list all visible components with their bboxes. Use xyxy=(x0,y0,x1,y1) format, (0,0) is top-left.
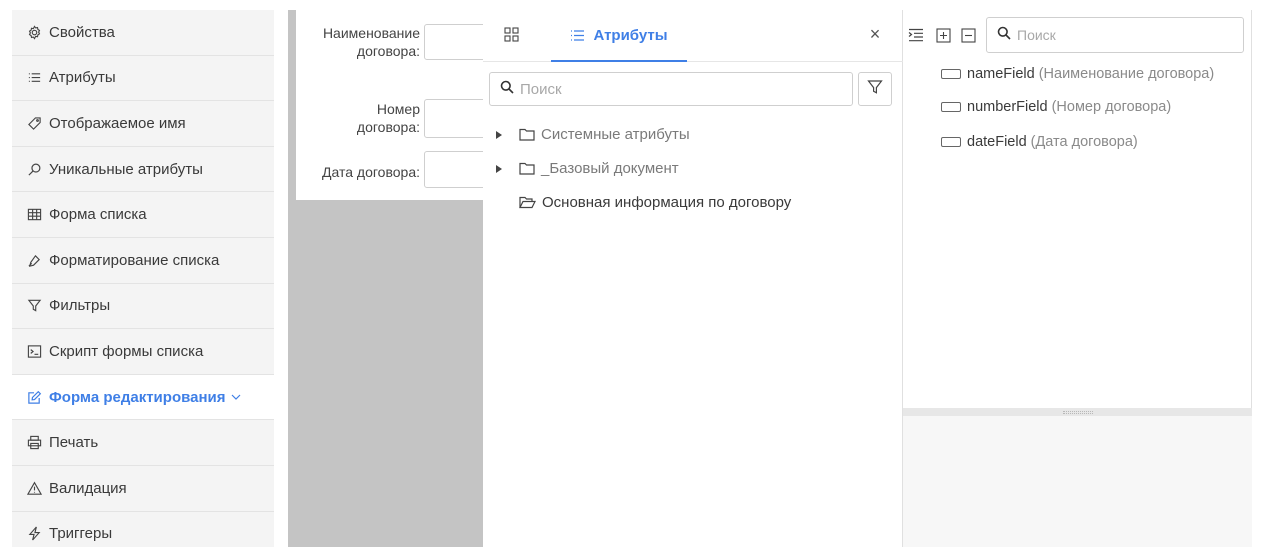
folder-icon xyxy=(519,162,535,175)
attributes-search xyxy=(489,72,853,106)
search-icon xyxy=(500,80,514,98)
gear-icon xyxy=(26,24,42,40)
lightning-icon xyxy=(26,526,42,542)
attributes-search-input[interactable] xyxy=(520,80,820,98)
tab-attributes-label: Атрибуты xyxy=(593,26,668,44)
terminal-icon xyxy=(26,343,42,359)
sidebar-item-list-form[interactable]: Форма списка xyxy=(12,192,274,238)
list-icon xyxy=(26,70,42,86)
sidebar: Свойства Атрибуты Отображаемое имя Уника… xyxy=(0,0,288,547)
sidebar-item-attributes[interactable]: Атрибуты xyxy=(12,55,274,102)
filter-icon xyxy=(26,298,42,314)
filter-button[interactable] xyxy=(858,72,892,106)
sidebar-item-list-script[interactable]: Скрипт формы списка xyxy=(12,329,274,375)
structure-search xyxy=(986,17,1244,53)
close-icon: × xyxy=(869,23,881,44)
tree-node-system-attributes[interactable]: Системные атрибуты xyxy=(493,126,690,143)
table-icon xyxy=(26,207,42,223)
plus-square-icon xyxy=(935,27,951,47)
tree-node-label: _Базовый документ xyxy=(541,160,679,177)
sidebar-item-display-name[interactable]: Отображаемое имя xyxy=(12,101,274,147)
structure-field-name[interactable]: nameField (Наименование договора) xyxy=(941,66,1214,82)
filter-icon xyxy=(867,79,883,99)
sidebar-item-unique-attributes[interactable]: Уникальные атрибуты xyxy=(12,146,274,193)
structure-field-number[interactable]: numberField (Номер договора) xyxy=(941,99,1171,115)
splitter-grip-icon xyxy=(1062,410,1093,414)
warning-icon xyxy=(26,480,42,496)
sidebar-item-label: Форма списка xyxy=(49,206,147,224)
text-field-icon xyxy=(941,69,961,79)
field-caption: (Наименование договора) xyxy=(1038,66,1215,82)
indent-icon xyxy=(908,28,924,46)
sidebar-item-label: Свойства xyxy=(49,23,115,41)
sidebar-item-label: Валидация xyxy=(49,479,127,497)
chevron-down-icon xyxy=(230,392,242,402)
brush-icon xyxy=(26,252,42,268)
sidebar-item-properties[interactable]: Свойства xyxy=(12,10,274,56)
sidebar-item-triggers[interactable]: Триггеры xyxy=(12,511,274,547)
tag-icon xyxy=(26,115,42,131)
sidebar-item-label: Атрибуты xyxy=(49,69,116,87)
attributes-panel: Атрибуты × Системные атрибуты _Базовы xyxy=(483,10,903,547)
folder-open-icon xyxy=(519,196,536,209)
sidebar-item-list-formatting[interactable]: Форматирование списка xyxy=(12,237,274,284)
tree-node-base-document[interactable]: _Базовый документ xyxy=(493,160,679,177)
tree-node-label: Основная информация по договору xyxy=(542,194,792,211)
sidebar-item-label: Фильтры xyxy=(49,297,111,315)
sidebar-item-edit-form[interactable]: Форма редактирования xyxy=(12,374,274,421)
minus-square-icon xyxy=(960,27,976,47)
text-field-icon xyxy=(941,102,961,112)
sidebar-list: Свойства Атрибуты Отображаемое имя Уника… xyxy=(12,10,274,547)
sidebar-item-label: Скрипт формы списка xyxy=(49,342,204,360)
sidebar-item-label: Триггеры xyxy=(49,525,113,543)
collapse-all-button[interactable] xyxy=(960,27,976,47)
list-icon xyxy=(571,29,585,41)
caret-right-icon[interactable] xyxy=(493,130,505,139)
search-icon xyxy=(26,161,42,177)
expand-all-button[interactable] xyxy=(935,27,951,47)
sidebar-item-label: Форматирование списка xyxy=(49,251,220,269)
sidebar-item-label: Отображаемое имя xyxy=(49,114,186,132)
properties-area xyxy=(903,416,1252,547)
structure-field-date[interactable]: dateField (Дата договора) xyxy=(941,134,1138,150)
sidebar-item-print[interactable]: Печать xyxy=(12,420,274,466)
structure-search-input[interactable] xyxy=(1017,27,1237,43)
structure-panel: nameField (Наименование договора) number… xyxy=(903,10,1252,547)
sidebar-item-label: Уникальные атрибуты xyxy=(49,160,203,178)
tree-node-label: Системные атрибуты xyxy=(541,126,690,143)
printer-icon xyxy=(26,435,42,451)
field-id: dateField xyxy=(967,134,1027,150)
form-preview: Наименование договора: Номер договора: Д… xyxy=(296,10,494,200)
tab-components[interactable] xyxy=(501,26,521,46)
tab-attributes[interactable]: Атрибуты xyxy=(551,10,687,62)
indent-button[interactable] xyxy=(908,28,924,46)
field-id: numberField xyxy=(967,99,1048,115)
edit-icon xyxy=(26,389,42,405)
grid-icon xyxy=(503,26,519,46)
sidebar-item-label: Печать xyxy=(49,434,99,452)
sidebar-item-validation[interactable]: Валидация xyxy=(12,465,274,512)
panel-splitter[interactable] xyxy=(903,408,1252,416)
folder-icon xyxy=(519,128,535,141)
panel-tabs: Атрибуты × xyxy=(483,10,903,62)
tree-node-contract-info[interactable]: Основная информация по договору xyxy=(519,194,791,211)
field-caption: (Дата договора) xyxy=(1030,134,1138,150)
text-field-icon xyxy=(941,137,961,147)
search-icon xyxy=(997,26,1011,44)
close-button[interactable]: × xyxy=(865,24,885,44)
field-label-name: Наименование договора: xyxy=(322,25,420,59)
field-id: nameField xyxy=(967,66,1035,82)
caret-right-icon[interactable] xyxy=(493,164,505,173)
field-caption: (Номер договора) xyxy=(1051,99,1172,115)
sidebar-item-filters[interactable]: Фильтры xyxy=(12,283,274,330)
field-label-date: Дата договора: xyxy=(322,164,420,180)
sidebar-item-label: Форма редактирования xyxy=(49,388,226,406)
field-label-number: Номер договора: xyxy=(356,101,420,135)
